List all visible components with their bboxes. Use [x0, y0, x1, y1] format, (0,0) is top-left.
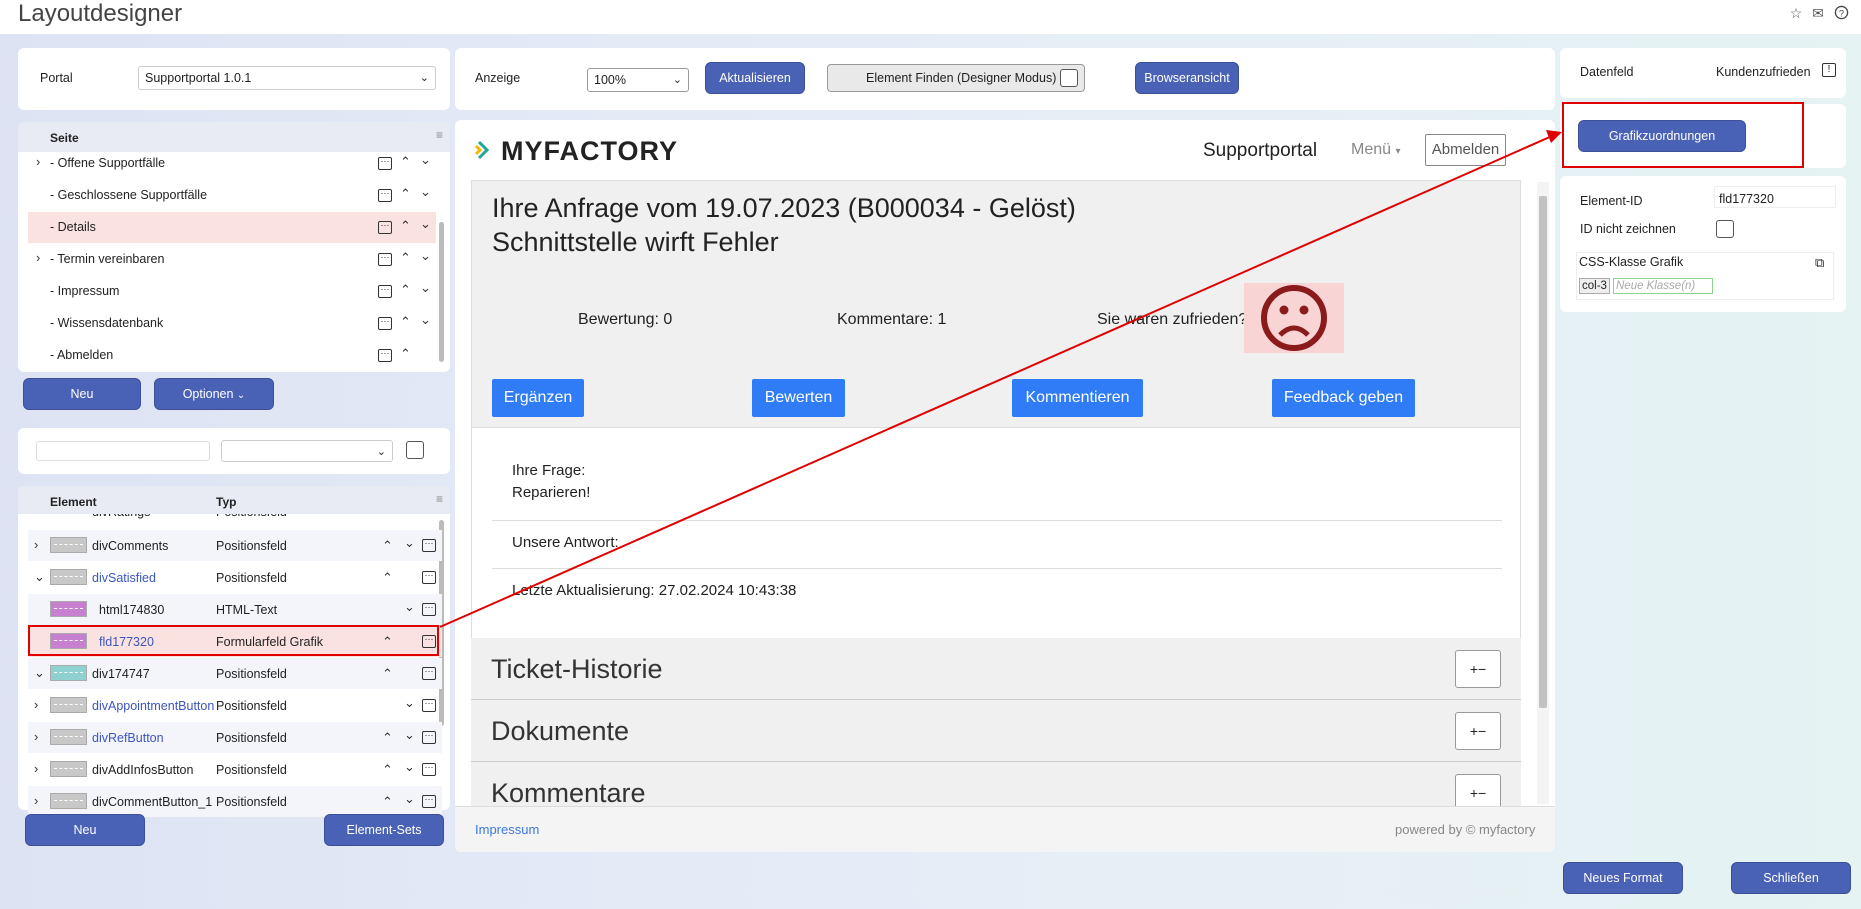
annotation-arrow — [439, 130, 1562, 628]
